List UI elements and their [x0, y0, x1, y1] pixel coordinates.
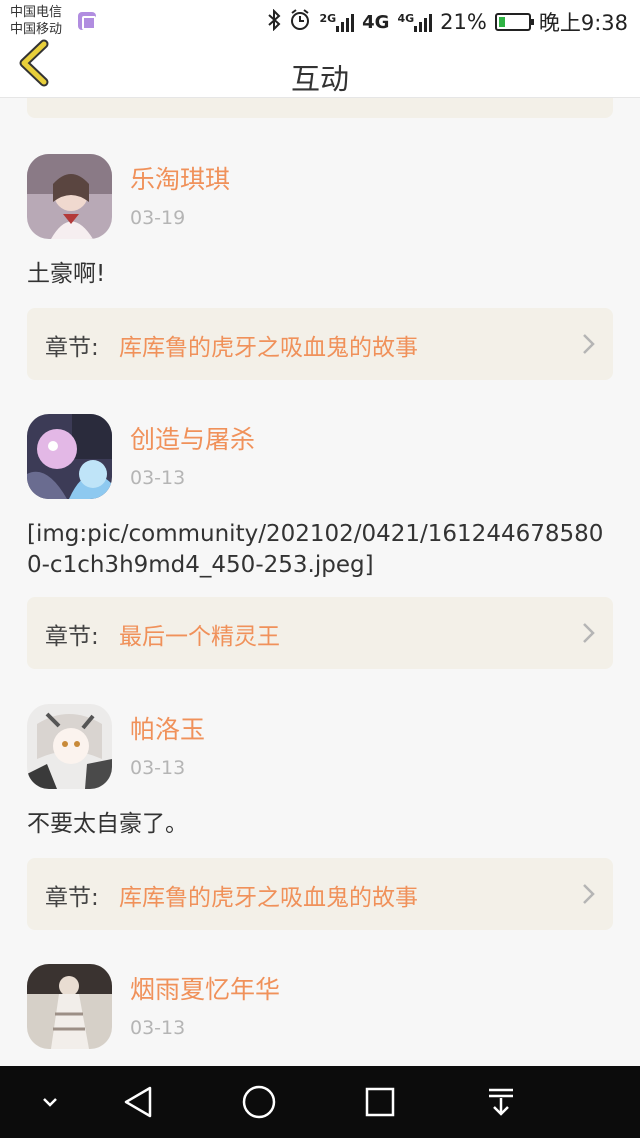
bluetooth-icon	[267, 8, 281, 36]
recents-nav-button[interactable]	[360, 1082, 400, 1122]
alarm-icon	[289, 8, 311, 36]
username[interactable]: 帕洛玉	[130, 710, 205, 746]
hide-navbar-button[interactable]	[30, 1082, 70, 1122]
header: 互动	[0, 39, 640, 98]
post-date: 03-13	[130, 757, 186, 779]
carrier-2: 中国移动	[10, 22, 63, 37]
post-date: 03-13	[130, 467, 186, 489]
chapter-prefix: 章节:	[45, 335, 99, 361]
username[interactable]: 乐淘琪琪	[130, 160, 230, 196]
post-date: 03-13	[130, 1017, 186, 1039]
home-nav-button[interactable]	[239, 1082, 279, 1122]
chapter-link[interactable]: 章节: 库库鲁的虎牙之吸血鬼的故事	[27, 308, 613, 380]
gallery-notification-icon	[78, 12, 96, 30]
comment-feed[interactable]: 乐淘琪琪 03-19 土豪啊! 章节: 库库鲁的虎牙之吸血鬼的故事 创造与屠杀 …	[0, 98, 640, 1066]
signal-2g-icon: 2G	[319, 12, 355, 32]
chevron-right-icon	[583, 334, 595, 354]
battery-percent: 21%	[440, 10, 487, 34]
chapter-link-partial[interactable]	[27, 98, 613, 118]
chapter-name: 库库鲁的虎牙之吸血鬼的故事	[119, 885, 418, 911]
comment-text: 不要太自豪了。	[27, 811, 188, 837]
clock: 晚上9:38	[538, 11, 628, 35]
chevron-down-icon	[43, 1098, 57, 1107]
square-recents-icon	[365, 1087, 395, 1117]
chevron-right-icon	[583, 884, 595, 904]
carrier-1: 中国电信	[10, 5, 63, 20]
username[interactable]: 烟雨夏忆年华	[130, 970, 280, 1006]
system-navigation-bar	[0, 1066, 640, 1138]
chapter-name: 库库鲁的虎牙之吸血鬼的故事	[119, 335, 418, 361]
comment-text: [img:pic/community/202102/0421/161244678…	[27, 521, 604, 578]
net-label-4g-small: 4G	[397, 12, 415, 25]
chapter-prefix: 章节:	[45, 624, 99, 650]
battery-icon	[494, 13, 534, 31]
username[interactable]: 创造与屠杀	[130, 420, 255, 456]
status-bar: 中国电信 中国移动 2G 4G 4G 21% 晚上9:38	[0, 0, 640, 44]
carrier-labels: 中国电信 中国移动	[10, 4, 62, 38]
chevron-right-icon	[583, 623, 595, 643]
pull-down-icon	[489, 1088, 513, 1116]
comment-text: 土豪啊!	[27, 261, 106, 287]
avatar[interactable]	[27, 704, 112, 789]
notification-pull-button[interactable]	[481, 1082, 521, 1122]
chapter-prefix: 章节:	[45, 885, 99, 911]
back-nav-button[interactable]	[118, 1082, 158, 1122]
chapter-link[interactable]: 章节: 库库鲁的虎牙之吸血鬼的故事	[27, 858, 613, 930]
chapter-link[interactable]: 章节: 最后一个精灵王	[27, 597, 613, 669]
page-title: 互动	[290, 62, 349, 96]
signal-4g-icon: 4G	[397, 12, 433, 32]
chapter-name: 最后一个精灵王	[119, 624, 280, 650]
avatar[interactable]	[27, 154, 112, 239]
triangle-back-icon	[124, 1086, 152, 1118]
net-label-4g: 4G	[362, 11, 390, 33]
avatar[interactable]	[27, 414, 112, 499]
circle-home-icon	[242, 1085, 276, 1119]
net-label-2g: 2G	[319, 12, 337, 25]
avatar[interactable]	[27, 964, 112, 1049]
status-indicators: 2G 4G 4G 21% 晚上9:38	[267, 8, 628, 36]
post-date: 03-19	[130, 207, 186, 229]
